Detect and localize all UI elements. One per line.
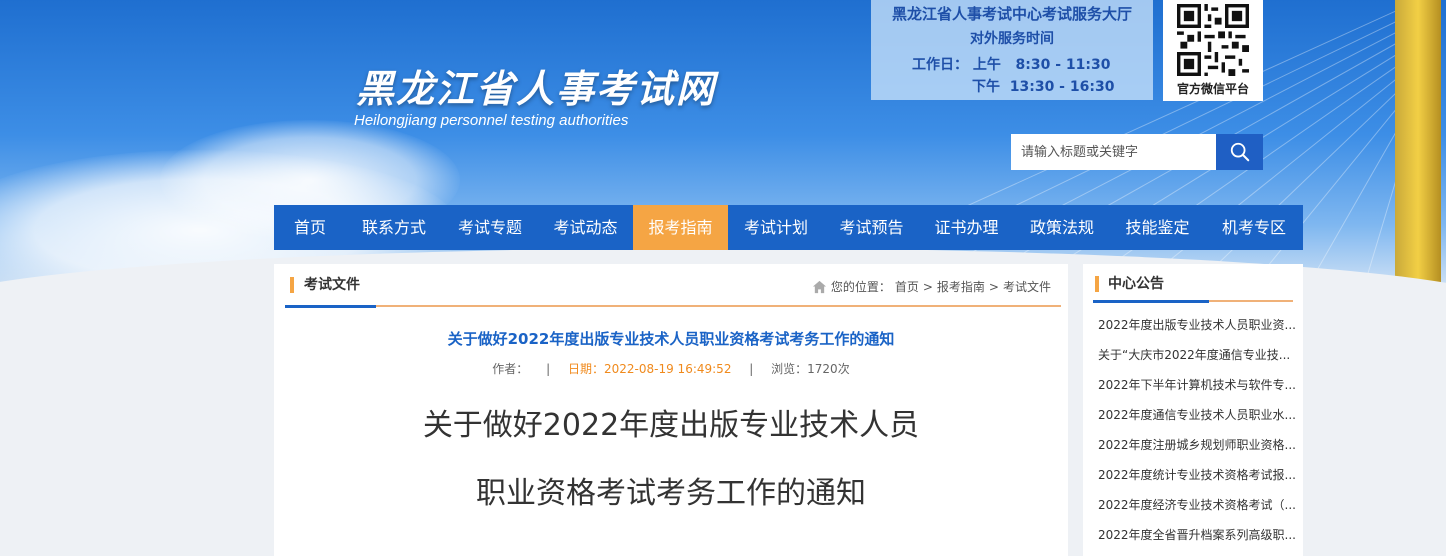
article-author: 作者：: [492, 362, 529, 376]
nav-item-computer-exams[interactable]: 机考专区: [1205, 205, 1303, 250]
breadcrumb-exam-files[interactable]: 考试文件: [1003, 278, 1051, 295]
article-panel: 考试文件 您的位置： 首页 > 报考指南 > 考试文件 关于做好2022年度出版…: [274, 264, 1068, 556]
main-nav: 首页 联系方式 考试专题 考试动态 报考指南 考试计划 考试预告 证书办理 政策…: [274, 205, 1303, 250]
article-meta: 作者： | 日期：2022-08-19 16:49:52 | 浏览：1720次: [492, 362, 850, 376]
breadcrumb-separator: >: [988, 279, 999, 294]
wechat-qr-box: 官方微信平台: [1163, 0, 1263, 101]
announcement-title: 中心公告: [1095, 276, 1164, 292]
nav-item-skill-appraisal[interactable]: 技能鉴定: [1110, 205, 1205, 250]
qr-code-icon: [1177, 4, 1249, 76]
article-panel-header: 考试文件 您的位置： 首页 > 报考指南 > 考试文件: [285, 274, 1061, 308]
announcement-item[interactable]: 2022年度经济专业技术资格考试（...: [1098, 496, 1298, 526]
workday-label: 工作日：: [912, 57, 968, 73]
am-hours: 上午 8:30 - 11:30: [972, 57, 1111, 73]
article-heading-line1: 关于做好2022年度出版专业技术人员: [422, 408, 920, 443]
article-heading-line2: 职业资格考试考务工作的通知: [476, 476, 866, 511]
breadcrumb-registration-guide[interactable]: 报考指南: [937, 278, 985, 295]
announcement-list: 2022年度出版专业技术人员职业资... 关于“大庆市2022年度通信专业技..…: [1098, 316, 1298, 556]
announcement-panel: 中心公告 2022年度出版专业技术人员职业资... 关于“大庆市2022年度通信…: [1083, 264, 1303, 556]
search-icon: [1230, 142, 1249, 162]
site-subtitle: Heilongjiang personnel testing authoriti…: [354, 112, 629, 129]
announcement-item[interactable]: 2022年度注册城乡规划师职业资格...: [1098, 436, 1298, 466]
nav-item-exam-plan[interactable]: 考试计划: [728, 205, 824, 250]
bridge-pillar-decoration: [1395, 0, 1441, 300]
site-title[interactable]: 黑龙江省人事考试网: [356, 58, 716, 113]
breadcrumb-separator: >: [922, 279, 933, 294]
service-hall-title: 黑龙江省人事考试中心考试服务大厅: [891, 5, 1132, 23]
qr-label: 官方微信平台: [1176, 82, 1249, 96]
service-hours-subtitle: 对外服务时间: [970, 31, 1054, 47]
nav-item-certificates[interactable]: 证书办理: [919, 205, 1014, 250]
announcement-item[interactable]: 2022年度全省晋升档案系列高级职...: [1098, 526, 1298, 556]
article-views: 浏览：1720次: [771, 362, 850, 376]
announcement-item[interactable]: 2022年下半年计算机技术与软件专...: [1098, 376, 1298, 406]
announcement-item[interactable]: 2022年度统计专业技术资格考试报...: [1098, 466, 1298, 496]
service-hours-pm: 下午 13:30 - 16:30: [972, 79, 1115, 95]
announcement-item[interactable]: 关于“大庆市2022年度通信专业技...: [1098, 346, 1298, 376]
nav-item-policies[interactable]: 政策法规: [1014, 205, 1110, 250]
search-bar: [1011, 134, 1263, 170]
breadcrumb-home[interactable]: 首页: [895, 278, 919, 295]
article-title: 关于做好2022年度出版专业技术人员职业资格考试考务工作的通知: [447, 330, 895, 348]
nav-item-exam-preview[interactable]: 考试预告: [824, 205, 919, 250]
announcement-item[interactable]: 2022年度出版专业技术人员职业资...: [1098, 316, 1298, 346]
home-icon: [812, 280, 826, 293]
section-title-underline: [285, 305, 376, 308]
announcement-item[interactable]: 2022年度通信专业技术人员职业水...: [1098, 406, 1298, 436]
nav-item-exam-topics[interactable]: 考试专题: [442, 205, 538, 250]
service-hours-am: 工作日： 上午 8:30 - 11:30: [871, 54, 1153, 74]
breadcrumb: 您的位置： 首页 > 报考指南 > 考试文件: [812, 278, 1051, 295]
announcement-title-underline: [1093, 300, 1209, 303]
article-date: 日期：2022-08-19 16:49:52: [568, 362, 732, 376]
nav-item-registration-guide[interactable]: 报考指南: [633, 205, 728, 250]
nav-item-exam-news[interactable]: 考试动态: [538, 205, 633, 250]
search-input[interactable]: [1011, 134, 1216, 170]
search-button[interactable]: [1216, 134, 1263, 170]
announcement-header: 中心公告: [1093, 274, 1293, 303]
service-hours-box: 黑龙江省人事考试中心考试服务大厅 对外服务时间 工作日： 上午 8:30 - 1…: [871, 0, 1153, 100]
nav-item-home[interactable]: 首页: [274, 205, 346, 250]
nav-item-contact[interactable]: 联系方式: [346, 205, 442, 250]
breadcrumb-prefix: 您的位置：: [830, 280, 891, 294]
section-title: 考试文件: [290, 277, 360, 293]
